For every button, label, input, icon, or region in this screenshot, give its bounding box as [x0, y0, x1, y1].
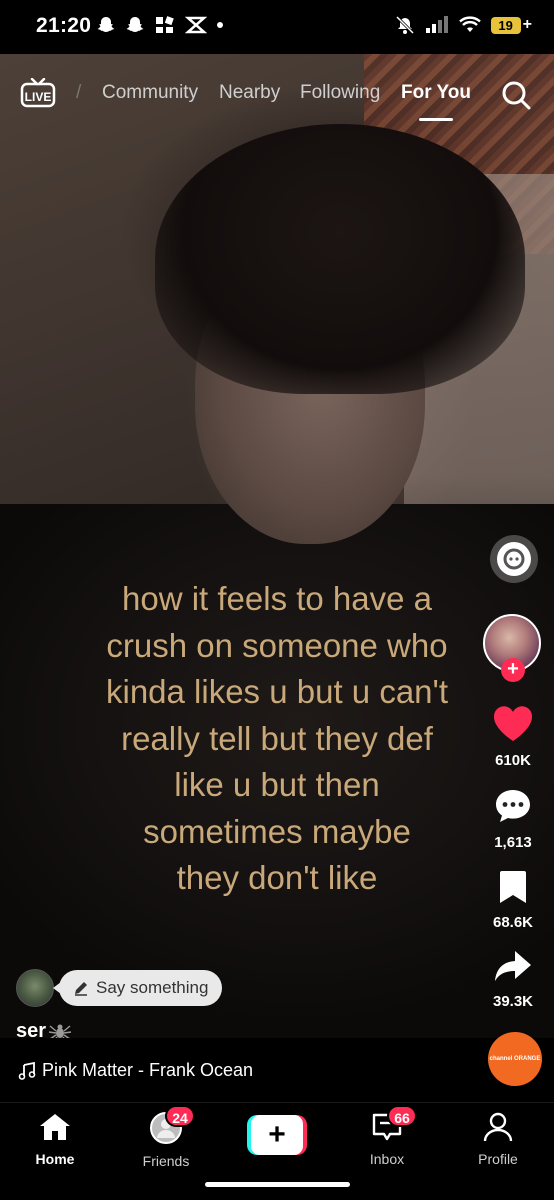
dot-icon: [217, 22, 223, 28]
tab-friends-label: Friends: [142, 1153, 190, 1169]
battery-indicator: 19 +: [490, 16, 532, 34]
video-caption: how it feels to have a crush on someone …: [56, 576, 498, 902]
profile-icon: [483, 1112, 513, 1142]
home-icon: [40, 1114, 70, 1140]
music-info[interactable]: Pink Matter - Frank Ocean: [18, 1060, 253, 1081]
bookmark-icon: [500, 871, 526, 903]
snapchat-icon: [97, 17, 115, 32]
status-time: 21:20: [36, 14, 92, 37]
snapchat-icon: [126, 17, 144, 32]
like-button[interactable]: 610K: [478, 705, 548, 769]
caption-line: sometimes maybe: [143, 812, 411, 850]
inbox-badge: 66: [387, 1105, 417, 1127]
music-title: Pink Matter - Frank Ocean: [42, 1060, 254, 1080]
video-subject-hair: [155, 124, 525, 394]
caption-line: really tell but they def: [121, 719, 433, 757]
home-indicator[interactable]: [205, 1182, 350, 1187]
wifi-icon: [458, 16, 481, 32]
comment-prompt-row: Say something: [16, 968, 223, 1008]
save-button[interactable]: 68.6K: [478, 869, 548, 931]
follow-plus-button[interactable]: +: [501, 658, 525, 682]
create-button[interactable]: +: [247, 1115, 307, 1155]
battery-level: 19: [490, 16, 521, 34]
music-disc-button[interactable]: channel ORANGE: [488, 1032, 542, 1086]
say-something-button[interactable]: Say something: [52, 970, 223, 1006]
caption-line: how it feels to have a: [121, 580, 433, 617]
search-icon[interactable]: [500, 79, 532, 111]
plus-icon: +: [251, 1115, 303, 1155]
comment-icon: [496, 790, 530, 822]
effect-icon: [497, 542, 531, 576]
status-bar: 21:20 19 +: [0, 0, 554, 54]
caption-line: kinda likes u but u can't: [105, 673, 448, 710]
music-note-icon: [18, 1061, 36, 1080]
effect-button[interactable]: [490, 535, 538, 583]
comment-button[interactable]: 1,613: [478, 787, 548, 851]
tab-home[interactable]: Home: [15, 1111, 95, 1167]
caption-line: they don't like: [176, 859, 378, 896]
like-count: 610K: [495, 752, 531, 769]
heart-icon: [493, 706, 533, 741]
caption-line: crush on someone who: [106, 626, 448, 664]
tab-profile[interactable]: Profile: [458, 1111, 538, 1167]
viewer-avatar: [16, 969, 54, 1007]
tab-following[interactable]: Following: [300, 82, 380, 104]
share-count: 39.3K: [492, 993, 534, 1010]
music-bar[interactable]: Pink Matter - Frank Ocean: [0, 1038, 554, 1102]
save-count: 68.6K: [492, 914, 534, 931]
battery-charging-icon: +: [522, 16, 532, 33]
capcut-icon: [185, 16, 207, 34]
album-art-label: channel ORANGE: [489, 1056, 541, 1062]
top-navigation: LIVE / Community Nearby Following For Yo…: [0, 72, 554, 122]
muted-bell-icon: [395, 15, 414, 35]
active-tab-indicator: [419, 118, 453, 121]
share-arrow-icon: [495, 951, 531, 981]
tab-profile-label: Profile: [478, 1151, 518, 1167]
status-system-icons: 19 +: [395, 15, 532, 35]
creator-avatar-button[interactable]: +: [483, 614, 543, 682]
tab-home-label: Home: [35, 1151, 75, 1167]
nav-tab-overflow-divider: /: [76, 82, 82, 103]
tab-nearby[interactable]: Nearby: [219, 82, 280, 104]
signal-icon: [425, 16, 448, 33]
app-icon: [156, 16, 174, 33]
status-notification-icons: [96, 15, 224, 35]
tab-community[interactable]: Community: [102, 82, 198, 104]
live-label: LIVE: [25, 90, 52, 104]
pencil-icon: [75, 982, 87, 996]
tab-for-you[interactable]: For You: [401, 82, 471, 104]
live-tv-icon[interactable]: LIVE: [20, 78, 56, 108]
share-button[interactable]: 39.3K: [478, 948, 548, 1010]
tab-inbox[interactable]: Inbox 66: [347, 1105, 427, 1167]
comment-count: 1,613: [494, 834, 532, 851]
tab-friends[interactable]: Friends 24: [126, 1105, 206, 1169]
tab-inbox-label: Inbox: [369, 1151, 405, 1167]
say-something-label: Say something: [96, 978, 209, 997]
friends-badge: 24: [165, 1105, 195, 1127]
caption-line: like u but then: [174, 766, 380, 803]
